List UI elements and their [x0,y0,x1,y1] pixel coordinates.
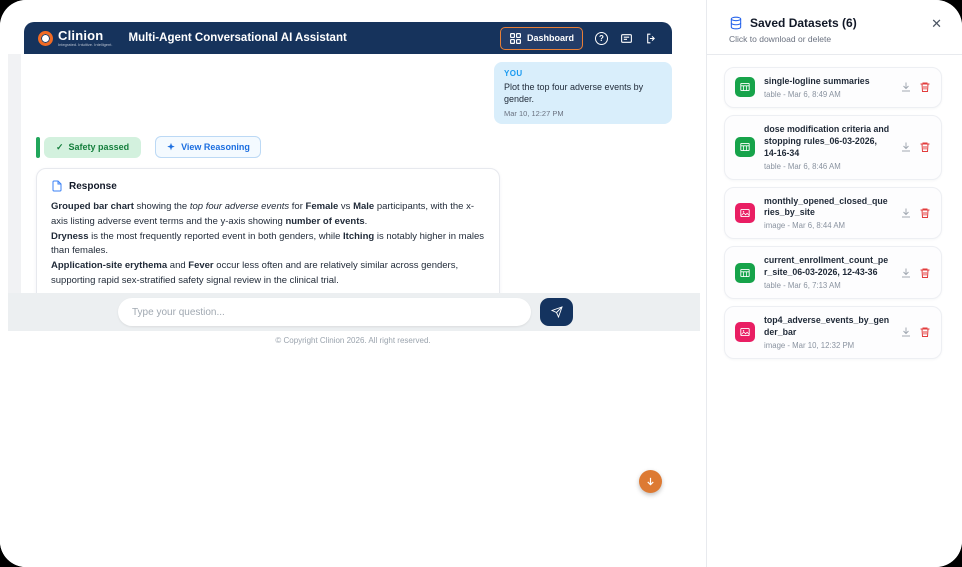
scroll-to-bottom-button[interactable] [639,470,662,493]
logo-text: Clinion [58,29,112,42]
message-sender-label: YOU [504,69,662,78]
response-card: Response Grouped bar chart showing the t… [36,168,500,293]
composer-bar [8,293,700,331]
document-icon [51,180,63,192]
dataset-item[interactable]: dose modification criteria and stopping … [724,115,942,180]
dataset-name: single-logline summaries [764,76,891,88]
response-header: Response [69,181,117,192]
trash-icon[interactable] [919,207,931,219]
dataset-meta: table - Mar 6, 8:46 AM [764,162,891,171]
question-input[interactable] [118,298,531,326]
dataset-meta: table - Mar 6, 7:13 AM [764,281,891,290]
app-window: Clinion Integrated. Intuitive. Intellige… [0,0,962,567]
dataset-meta: table - Mar 6, 8:49 AM [764,90,891,99]
send-button[interactable] [540,298,573,326]
dashboard-label: Dashboard [527,33,574,43]
response-line: Application-site erythema and Fever occu… [51,259,485,288]
dataset-meta: image - Mar 6, 8:44 AM [764,221,891,230]
user-message-bubble: YOU Plot the top four adverse events by … [494,62,672,124]
chat-column: Clinion Integrated. Intuitive. Intellige… [0,0,706,567]
help-icon[interactable]: ? [595,32,608,45]
clinion-logo-icon [38,31,53,46]
safety-passed-badge: ✓ Safety passed [44,137,141,158]
dashboard-button[interactable]: Dashboard [500,27,583,50]
table-icon [735,77,755,97]
dataset-name: monthly_opened_closed_queries_by_site [764,196,891,220]
message-timestamp: Mar 10, 12:27 PM [504,109,662,118]
dataset-name: top4_adverse_events_by_gender_bar [764,315,891,339]
saved-datasets-panel: Saved Datasets (6) ✕ Click to download o… [706,0,962,567]
chat-left-rail [8,54,21,293]
dataset-name: current_enrollment_count_per_site_06-03-… [764,255,891,279]
safety-accent-bar [36,137,40,158]
dataset-item[interactable]: monthly_opened_closed_queries_by_siteima… [724,187,942,240]
copyright-text: © Copyright Clinion 2026. All right rese… [0,331,706,567]
user-message-text: Plot the top four adverse events by gend… [504,81,662,105]
close-icon[interactable]: ✕ [931,17,942,30]
response-line: Dryness is the most frequently reported … [51,230,485,259]
chat-scroll-area[interactable]: YOU Plot the top four adverse events by … [0,54,706,293]
table-icon [735,263,755,283]
image-icon [735,322,755,342]
view-reasoning-label: View Reasoning [181,142,250,152]
dataset-meta: image - Mar 10, 12:32 PM [764,341,891,350]
download-icon[interactable] [900,326,912,338]
safety-badge-label: Safety passed [69,142,130,152]
response-line: Grouped bar chart showing the top four a… [51,200,485,229]
logout-icon[interactable] [645,32,658,45]
dataset-name: dose modification criteria and stopping … [764,124,891,160]
database-icon [729,16,743,30]
check-icon: ✓ [56,142,64,153]
table-icon [735,137,755,157]
trash-icon[interactable] [919,326,931,338]
download-icon[interactable] [900,81,912,93]
panel-title: Saved Datasets (6) [750,16,924,30]
trash-icon[interactable] [919,81,931,93]
messages-icon[interactable] [620,32,633,45]
response-text: Grouped bar chart showing the top four a… [51,200,485,288]
image-icon [735,203,755,223]
trash-icon[interactable] [919,141,931,153]
send-icon [551,306,563,318]
arrow-down-icon [645,476,656,487]
clinion-logo: Clinion Integrated. Intuitive. Intellige… [38,29,112,47]
dataset-list: single-logline summaries table - Mar 6, 8… [707,55,962,359]
trash-icon[interactable] [919,267,931,279]
grid-icon [509,32,522,45]
app-title: Multi-Agent Conversational AI Assistant [128,32,484,44]
download-icon[interactable] [900,207,912,219]
sparkle-icon [166,142,176,152]
logo-tagline: Integrated. Intuitive. Intelligent. [58,43,112,47]
download-icon[interactable] [900,141,912,153]
top-navbar: Clinion Integrated. Intuitive. Intellige… [24,22,672,54]
dataset-item[interactable]: top4_adverse_events_by_gender_barimage -… [724,306,942,359]
dataset-item[interactable]: current_enrollment_count_per_site_06-03-… [724,246,942,299]
view-reasoning-button[interactable]: View Reasoning [155,136,261,158]
dataset-item[interactable]: single-logline summaries table - Mar 6, 8… [724,67,942,108]
download-icon[interactable] [900,267,912,279]
panel-subtitle: Click to download or delete [707,30,962,55]
